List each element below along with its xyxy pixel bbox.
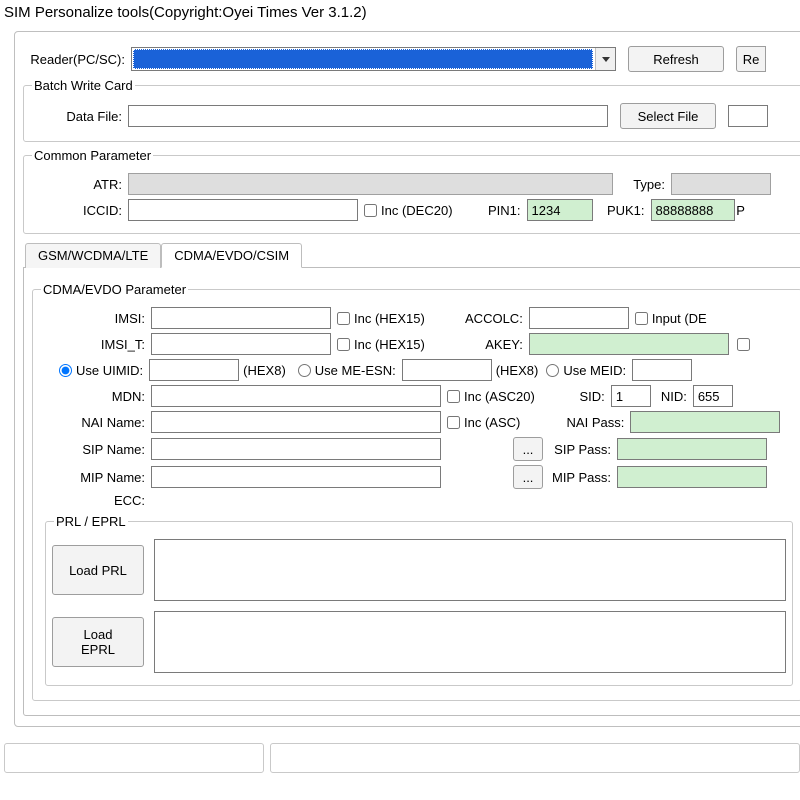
imsi-inc-checkbox[interactable]: Inc (HEX15) [335, 311, 425, 326]
main-panel: Reader(PC/SC): Refresh Re Batch Write Ca… [14, 31, 800, 727]
akey-extra-checkbox[interactable] [735, 338, 754, 351]
use-uimid-radio[interactable]: Use UIMID: [57, 363, 143, 378]
window-title: SIM Personalize tools(Copyright:Oyei Tim… [0, 0, 800, 31]
cdma-param-group: CDMA/EVDO Parameter IMSI: Inc (HEX15) AC… [32, 282, 800, 701]
batch-write-card-group: Batch Write Card Data File: Select File [23, 78, 800, 142]
batch-extra-field[interactable] [728, 105, 768, 127]
load-eprl-button[interactable]: Load EPRL [52, 617, 144, 667]
reader-dropdown[interactable] [131, 47, 616, 71]
nai-name-label: NAI Name: [39, 415, 151, 430]
hex8-label-2: (HEX8) [496, 363, 539, 378]
mip-name-label: MIP Name: [39, 470, 151, 485]
mip-pass-label: MIP Pass: [543, 470, 617, 485]
nai-inc-checkbox[interactable]: Inc (ASC) [445, 415, 520, 430]
refresh-button[interactable]: Refresh [628, 46, 724, 72]
accolc-label: ACCOLC: [429, 311, 529, 326]
iccid-field[interactable] [128, 199, 358, 221]
pin1-field[interactable] [527, 199, 593, 221]
data-file-field[interactable] [128, 105, 608, 127]
mip-pass-field[interactable] [617, 466, 767, 488]
sip-name-label: SIP Name: [39, 442, 151, 457]
tab-body-cdma: CDMA/EVDO Parameter IMSI: Inc (HEX15) AC… [23, 267, 800, 716]
nai-pass-label: NAI Pass: [524, 415, 630, 430]
tab-cdma[interactable]: CDMA/EVDO/CSIM [161, 243, 302, 268]
prl-display [154, 539, 786, 601]
nid-label: NID: [651, 389, 693, 404]
imsi-label: IMSI: [39, 311, 151, 326]
reader-label: Reader(PC/SC): [23, 52, 131, 67]
input-de-checkbox[interactable]: Input (DE [633, 311, 707, 326]
prl-legend: PRL / EPRL [54, 514, 128, 529]
re-button[interactable]: Re [736, 46, 766, 72]
select-file-button[interactable]: Select File [620, 103, 716, 129]
type-field [671, 173, 771, 195]
eprl-display [154, 611, 786, 673]
pin1-label: PIN1: [457, 203, 527, 218]
type-label: Type: [613, 177, 671, 192]
mdn-inc-checkbox[interactable]: Inc (ASC20) [445, 389, 535, 404]
uimid-field[interactable] [149, 359, 239, 381]
tab-gsm[interactable]: GSM/WCDMA/LTE [25, 243, 161, 268]
common-parameter-group: Common Parameter ATR: Type: ICCID: Inc (… [23, 148, 800, 234]
imsi-t-inc-checkbox[interactable]: Inc (HEX15) [335, 337, 425, 352]
chevron-down-icon[interactable] [595, 48, 615, 70]
status-bar [0, 743, 800, 773]
sip-browse-button[interactable]: ... [513, 437, 543, 461]
common-legend: Common Parameter [32, 148, 153, 163]
prl-group: PRL / EPRL Load PRL Load EPRL [45, 514, 793, 686]
iccid-label: ICCID: [30, 203, 128, 218]
nai-pass-field[interactable] [630, 411, 780, 433]
nid-field[interactable] [693, 385, 733, 407]
puk1-field[interactable] [651, 199, 735, 221]
p-label: P [735, 203, 753, 218]
sip-pass-field[interactable] [617, 438, 767, 460]
atr-field [128, 173, 613, 195]
sid-field[interactable] [611, 385, 651, 407]
mip-name-field[interactable] [151, 466, 441, 488]
status-right [270, 743, 800, 773]
status-left [4, 743, 264, 773]
load-prl-button[interactable]: Load PRL [52, 545, 144, 595]
nai-name-field[interactable] [151, 411, 441, 433]
imsi-t-label: IMSI_T: [39, 337, 151, 352]
use-meid-radio[interactable]: Use MEID: [544, 363, 626, 378]
batch-write-legend: Batch Write Card [32, 78, 135, 93]
tab-strip: GSM/WCDMA/LTE CDMA/EVDO/CSIM [25, 242, 800, 267]
puk1-label: PUK1: [593, 203, 651, 218]
mdn-label: MDN: [39, 389, 151, 404]
akey-field[interactable] [529, 333, 729, 355]
sip-pass-label: SIP Pass: [543, 442, 617, 457]
me-esn-field[interactable] [402, 359, 492, 381]
sip-name-field[interactable] [151, 438, 441, 460]
imsi-field[interactable] [151, 307, 331, 329]
atr-label: ATR: [30, 177, 128, 192]
data-file-label: Data File: [30, 109, 128, 124]
accolc-field[interactable] [529, 307, 629, 329]
reader-row: Reader(PC/SC): Refresh Re [23, 46, 800, 72]
akey-label: AKEY: [429, 337, 529, 352]
imsi-t-field[interactable] [151, 333, 331, 355]
ecc-label: ECC: [39, 493, 151, 508]
mdn-field[interactable] [151, 385, 441, 407]
mip-browse-button[interactable]: ... [513, 465, 543, 489]
cdma-legend: CDMA/EVDO Parameter [41, 282, 188, 297]
sid-label: SID: [539, 389, 611, 404]
inc-dec20-checkbox[interactable]: Inc (DEC20) [362, 203, 453, 218]
use-me-esn-radio[interactable]: Use ME-ESN: [296, 363, 396, 378]
meid-field[interactable] [632, 359, 692, 381]
hex8-label-1: (HEX8) [243, 363, 286, 378]
